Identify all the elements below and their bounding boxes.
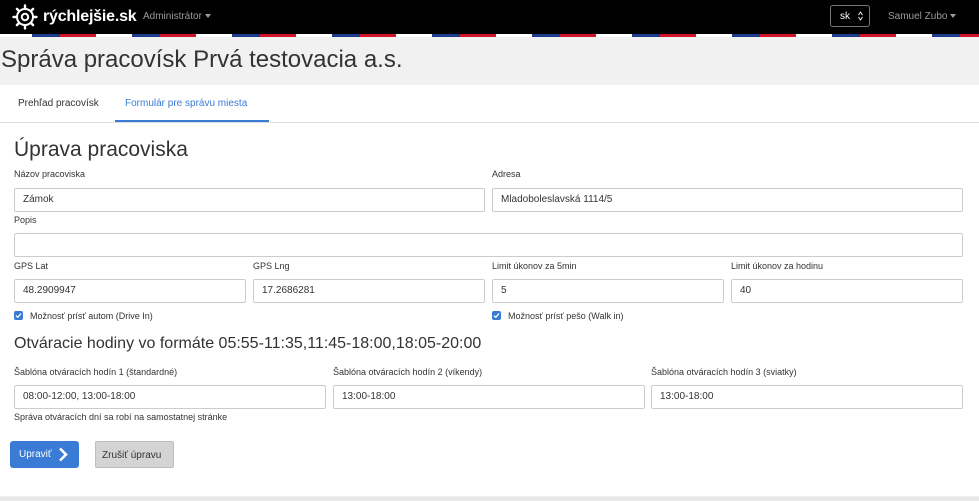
template2-input[interactable]: 13:00-18:00 [333,385,645,409]
main-content: Prehľad pracovísk Formulár pre správu mi… [0,85,979,496]
admin-menu-label: Administrátor [143,11,202,22]
caret-down-icon [950,14,957,19]
user-menu-label: Samuel Zubo [888,11,948,22]
limit-hour-input[interactable]: 40 [731,279,963,303]
description-label: Popis [14,215,37,225]
cancel-button-label: Zrušiť úpravu [102,450,162,461]
admin-menu[interactable]: Administrátor [143,11,211,22]
description-input[interactable] [14,233,963,257]
submit-button-label: Upraviť [19,449,52,460]
cancel-button[interactable]: Zrušiť úpravu [95,441,174,468]
gps-lng-input[interactable]: 17.2686281 [253,279,485,303]
opening-hours-heading: Otváracie hodiny vo formáte 05:55-11:35,… [14,335,482,352]
walk-in-checkbox[interactable] [492,311,501,320]
caret-down-icon [204,14,211,19]
address-label: Adresa [492,169,521,179]
name-label: Názov pracoviska [14,169,86,179]
logo[interactable]: rýchlejšie.sk [12,4,137,30]
user-menu[interactable]: Samuel Zubo [888,11,957,22]
logo-text: rýchlejšie.sk [43,8,137,25]
checkbox-check-icon [15,313,22,319]
bottom-divider [0,497,979,501]
template3-input[interactable]: 13:00-18:00 [651,385,963,409]
language-value: sk [840,11,850,22]
language-select[interactable]: sk [830,5,870,27]
page-title: Správa pracovísk Prvá testovacia a.s. [1,46,403,73]
tab-overview[interactable]: Prehľad pracovísk [18,85,99,122]
template1-label: Šablóna otváracích hodín 1 (štandardné) [14,367,178,377]
limit-5min-input[interactable]: 5 [492,279,724,303]
form-heading: Úprava pracoviska [14,138,188,161]
tab-form[interactable]: Formulár pre správu miesta [115,85,269,122]
checkbox-check-icon [493,313,500,319]
limit-hour-label: Limit úkonov za hodinu [731,261,824,271]
walk-in-label[interactable]: Možnosť prísť pešo (Walk in) [508,311,623,321]
logo-gear-icon [12,4,38,30]
gps-lat-input[interactable]: 48.2909947 [14,279,246,303]
navbar: rýchlejšie.sk Administrátor sk Samuel Zu… [0,0,979,34]
template1-input[interactable]: 08:00-12:00, 13:00-18:00 [14,385,326,409]
name-input[interactable]: Zámok [14,188,485,212]
address-input[interactable]: Mladoboleslavská 1114/5 [492,188,963,212]
limit-5min-label: Limit úkonov za 5min [492,261,577,271]
chevron-right-icon [59,447,68,462]
gps-lat-label: GPS Lat [14,261,49,271]
drive-in-label[interactable]: Možnosť prísť autom (Drive In) [30,311,153,321]
title-band: Správa pracovísk Prvá testovacia a.s. [0,37,979,85]
template3-label: Šablóna otváracích hodín 3 (sviatky) [651,367,797,377]
submit-button[interactable]: Upraviť [10,441,79,468]
select-arrows-icon [858,11,863,21]
template2-label: Šablóna otváracích hodín 2 (víkendy) [333,367,483,377]
drive-in-checkbox[interactable] [14,311,23,320]
help-note: Správa otváracích dní sa robí na samosta… [14,412,228,422]
tab-bar: Prehľad pracovísk Formulár pre správu mi… [0,85,979,123]
gps-lng-label: GPS Lng [253,261,290,271]
